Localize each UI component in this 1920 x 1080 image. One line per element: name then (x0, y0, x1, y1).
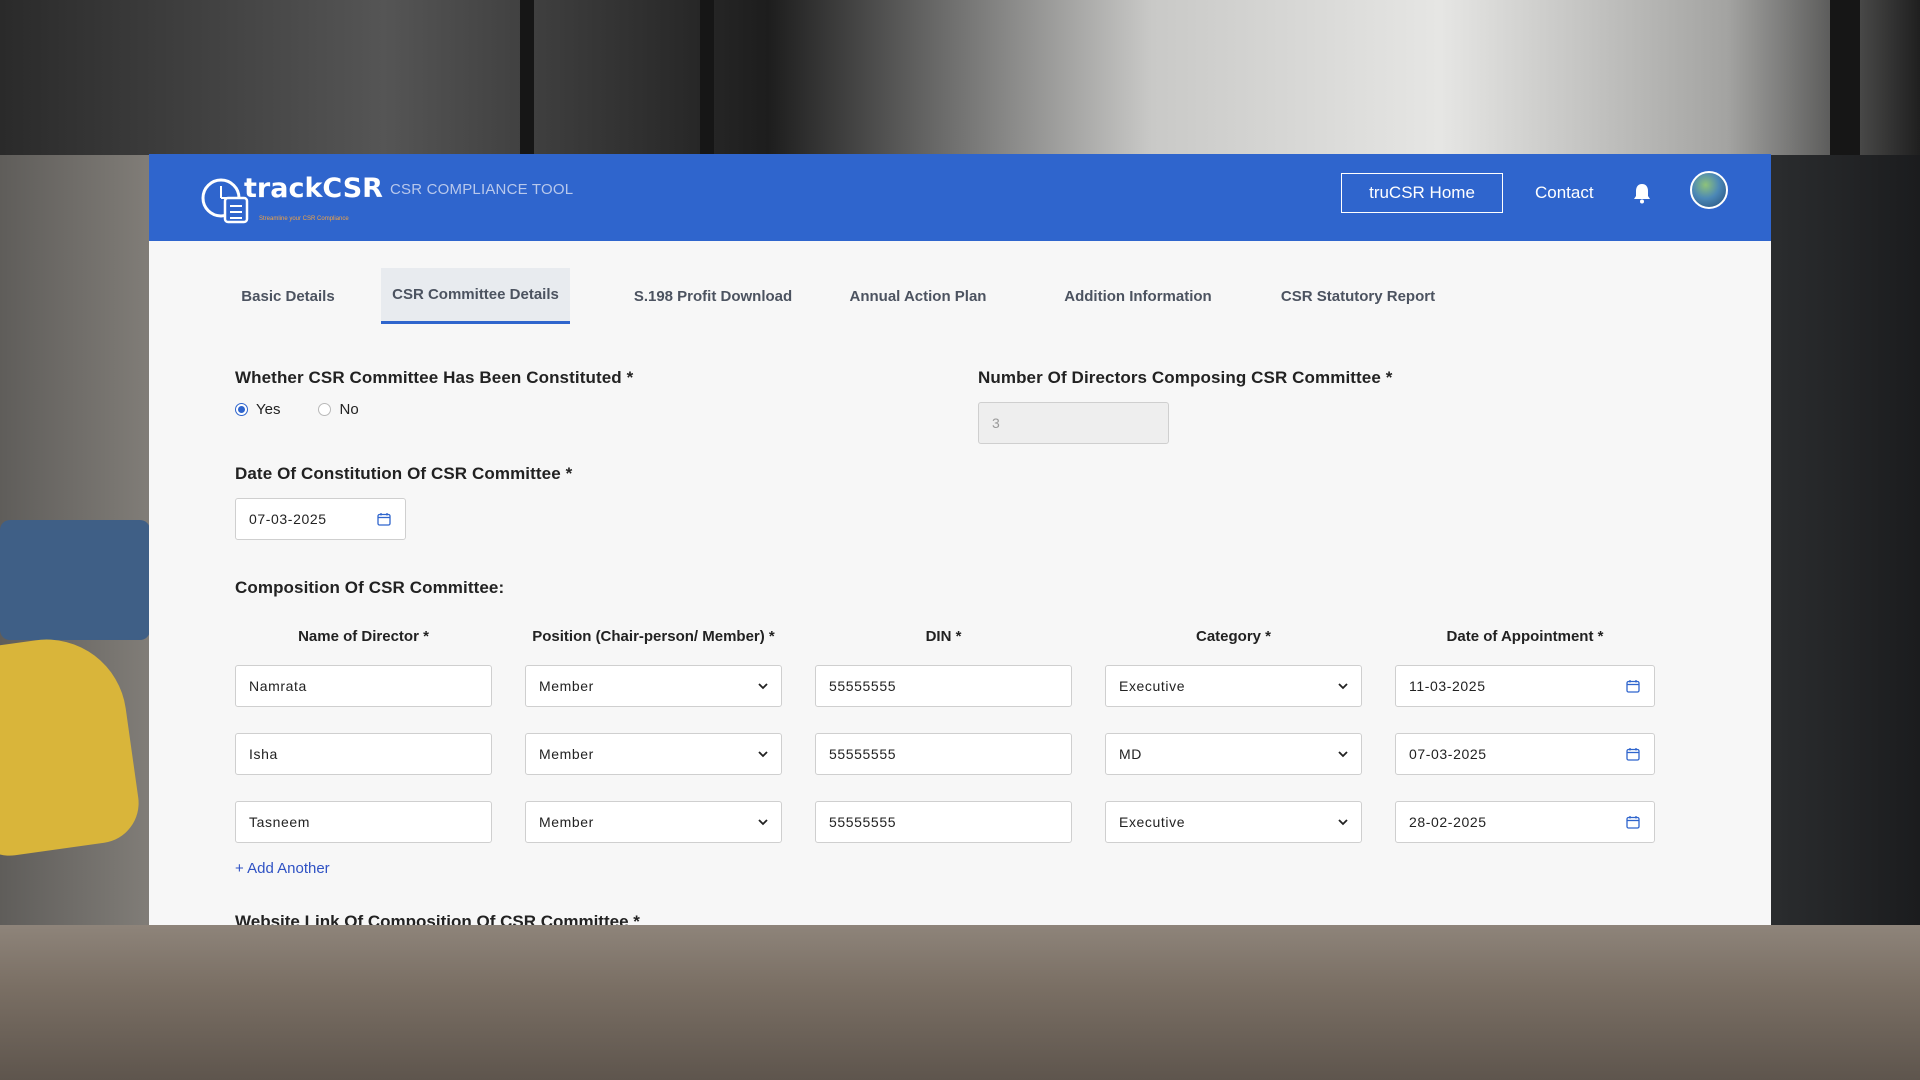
appointment-date-field[interactable]: 11-03-2025 (1395, 665, 1655, 707)
add-another-link[interactable]: + Add Another (235, 860, 330, 877)
chevron-down-icon (758, 819, 768, 826)
position-value: Member (539, 746, 594, 762)
category-value: Executive (1119, 678, 1186, 694)
directors-count-field: 3 (978, 402, 1169, 444)
logo-text: trackCSR (244, 173, 383, 204)
chevron-down-icon (1338, 819, 1348, 826)
background-ceiling (0, 0, 1920, 155)
column-header-appointment: Date of Appointment * (1446, 628, 1604, 645)
calendar-icon[interactable] (377, 512, 391, 526)
no-radio-label[interactable]: No (339, 401, 358, 418)
category-select[interactable]: Executive (1105, 665, 1362, 707)
category-value: Executive (1119, 814, 1186, 830)
column-header-category: Category * (1195, 628, 1272, 645)
tab-csr-statutory-report[interactable]: CSR Statutory Report (1266, 268, 1450, 324)
chevron-down-icon (1338, 751, 1348, 758)
directors-count-label: Number Of Directors Composing CSR Commit… (978, 368, 1393, 387)
chevron-down-icon (758, 683, 768, 690)
position-value: Member (539, 678, 594, 694)
yes-radio[interactable] (235, 403, 248, 416)
din-input[interactable]: 55555555 (815, 801, 1072, 843)
column-header-position: Position (Chair-person/ Member) * (532, 628, 775, 645)
constitution-date-value: 07-03-2025 (249, 511, 327, 527)
category-select[interactable]: MD (1105, 733, 1362, 775)
calendar-icon[interactable] (1626, 815, 1640, 829)
calendar-icon[interactable] (1626, 747, 1640, 761)
din-input[interactable]: 55555555 (815, 733, 1072, 775)
position-value: Member (539, 814, 594, 830)
website-link-label: Website Link Of Composition Of CSR Commi… (235, 912, 640, 925)
appointment-date-value: 07-03-2025 (1409, 746, 1487, 762)
composition-label: Composition Of CSR Committee: (235, 578, 505, 597)
background-floor (0, 925, 1920, 1080)
column-header-name: Name of Director * (298, 628, 429, 645)
tool-label: CSR COMPLIANCE TOOL (390, 181, 574, 198)
appointment-date-value: 11-03-2025 (1409, 678, 1486, 694)
constituted-label: Whether CSR Committee Has Been Constitut… (235, 368, 634, 387)
tab-addition-information[interactable]: Addition Information (1050, 268, 1226, 324)
app-window: trackCSR Streamline your CSR Compliance … (149, 154, 1771, 925)
top-navbar: trackCSR Streamline your CSR Compliance … (149, 154, 1771, 241)
position-select[interactable]: Member (525, 733, 782, 775)
chevron-down-icon (1338, 683, 1348, 690)
din-input[interactable]: 55555555 (815, 665, 1072, 707)
background-beam (520, 0, 534, 155)
constitution-date-field[interactable]: 07-03-2025 (235, 498, 406, 540)
bell-icon[interactable] (1632, 182, 1652, 204)
no-radio[interactable] (318, 403, 332, 416)
category-value: MD (1119, 746, 1142, 762)
appointment-date-field[interactable]: 07-03-2025 (1395, 733, 1655, 775)
contact-link[interactable]: Contact (1535, 183, 1594, 203)
yes-radio-label[interactable]: Yes (256, 401, 280, 418)
background-beam (700, 0, 714, 155)
trucsr-home-button[interactable]: truCSR Home (1341, 173, 1503, 213)
director-name-input[interactable]: Namrata (235, 665, 492, 707)
tab-csr-committee-details[interactable]: CSR Committee Details (381, 268, 570, 324)
position-select[interactable]: Member (525, 801, 782, 843)
tab-annual-action-plan[interactable]: Annual Action Plan (843, 268, 993, 324)
calendar-icon[interactable] (1626, 679, 1640, 693)
director-name-input[interactable]: Tasneem (235, 801, 492, 843)
position-select[interactable]: Member (525, 665, 782, 707)
background-sofa (0, 520, 150, 640)
user-avatar[interactable] (1690, 171, 1728, 209)
appointment-date-field[interactable]: 28-02-2025 (1395, 801, 1655, 843)
tab-basic-details[interactable]: Basic Details (215, 268, 361, 324)
appointment-date-value: 28-02-2025 (1409, 814, 1487, 830)
column-header-din: DIN * (925, 628, 962, 645)
constituted-radio-group: Yes No (235, 401, 397, 418)
background-beam (1830, 0, 1860, 155)
logo-tagline: Streamline your CSR Compliance (259, 216, 349, 222)
tab-s198-profit-download[interactable]: S.198 Profit Download (622, 268, 804, 324)
director-name-input[interactable]: Isha (235, 733, 492, 775)
constitution-date-label: Date Of Constitution Of CSR Committee * (235, 464, 573, 483)
category-select[interactable]: Executive (1105, 801, 1362, 843)
chevron-down-icon (758, 751, 768, 758)
tab-bar: Basic Details CSR Committee Details S.19… (149, 268, 1771, 324)
